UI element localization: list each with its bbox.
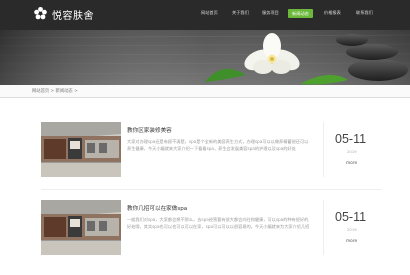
site-name[interactable]: 悦容肤舍 xyxy=(52,7,94,22)
article-thumbnail[interactable] xyxy=(41,200,121,255)
article-date-box: 05-11 2019 more xyxy=(323,200,382,255)
article-year: 2019 xyxy=(347,227,357,232)
flower-logo-icon xyxy=(34,6,47,20)
news-list-item[interactable]: 教你区家装修美容 大家对办理spa还是有顾不清楚，spa是个全新的美容养生方式，… xyxy=(41,122,381,177)
more-link[interactable]: more xyxy=(346,161,357,166)
nav-about[interactable]: 关于我们 xyxy=(232,10,249,16)
more-link[interactable]: more xyxy=(346,239,357,244)
breadcrumb[interactable]: 网站首页 > 新闻动态 > xyxy=(32,88,78,94)
article-title[interactable]: 教你区家装修美容 xyxy=(127,126,172,134)
nav-news[interactable]: 新闻动态 xyxy=(288,9,313,18)
hero-banner xyxy=(0,30,410,85)
article-summary: 一般我们对spa，大家都会想不那么，去spa经营要有很大都会向往和健康，可以sp… xyxy=(127,217,309,229)
article-day: 05-11 xyxy=(335,132,367,146)
article-date-box: 05-11 2019 more xyxy=(323,122,382,177)
breadcrumb-bar: 网站首页 > 新闻动态 > xyxy=(0,85,410,98)
article-thumbnail[interactable] xyxy=(41,122,121,177)
article-title[interactable]: 教你几招可以在家做spa xyxy=(127,204,187,212)
divider xyxy=(41,189,381,190)
spa-orchid-banner-image xyxy=(0,30,410,85)
nav-home[interactable]: 网站首页 xyxy=(201,10,218,16)
nav-prices[interactable]: 价格报表 xyxy=(324,10,341,16)
article-year: 2019 xyxy=(347,149,357,154)
article-day: 05-11 xyxy=(335,210,367,224)
top-navigation-bar: 悦容肤舍 网站首页 关于我们 服务项目 新闻动态 价格报表 联系我们 xyxy=(0,0,410,30)
article-summary: 大家对办理spa还是有顾不清楚，spa是个全新的美容养生方式，办理spa可以以做… xyxy=(127,139,309,151)
nav-contact[interactable]: 联系我们 xyxy=(356,10,373,16)
news-list-item[interactable]: 教你几招可以在家做spa 一般我们对spa，大家都会想不那么，去spa经营要有很… xyxy=(41,200,381,255)
nav-services[interactable]: 服务项目 xyxy=(262,10,279,16)
